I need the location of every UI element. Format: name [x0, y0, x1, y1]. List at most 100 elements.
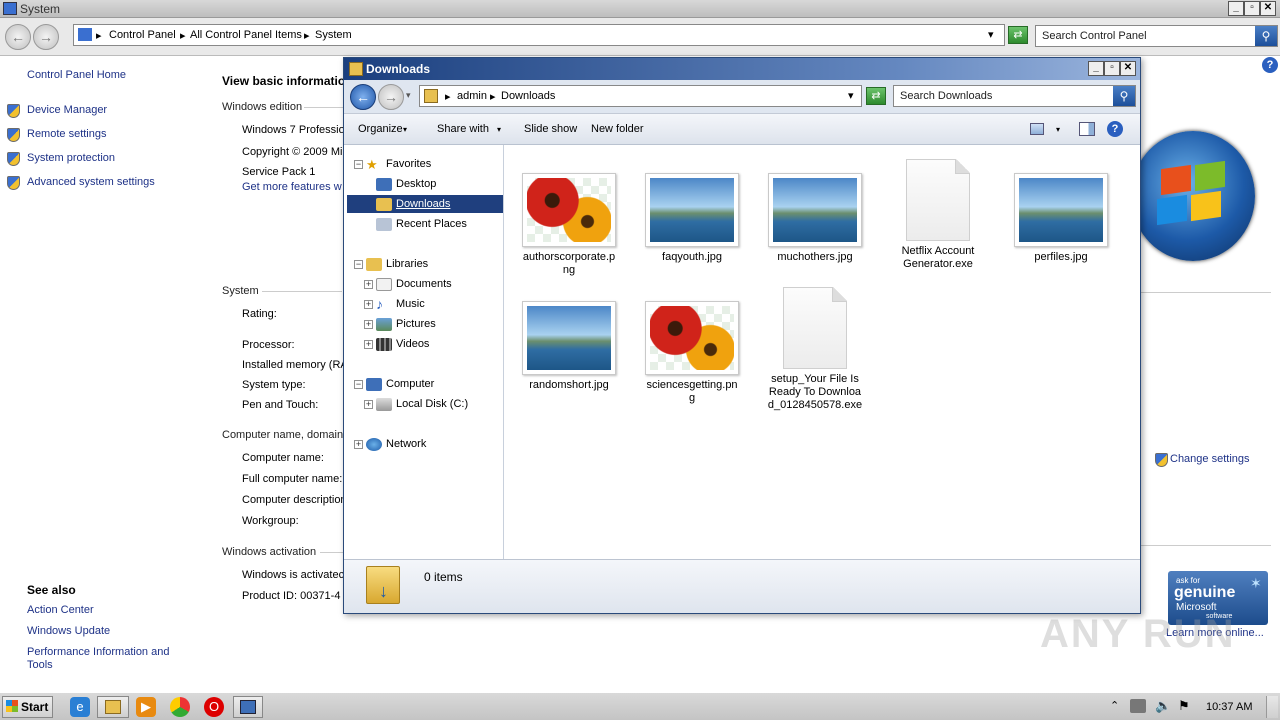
file-item[interactable]: authorscorporate.png [521, 173, 617, 277]
windows-update-link[interactable]: Windows Update [27, 625, 110, 637]
tree-label: Music [396, 298, 425, 310]
breadcrumb-arrow-icon[interactable]: ▸ [96, 29, 102, 42]
media-player-icon[interactable]: ▶ [136, 697, 156, 717]
breadcrumb-all-items[interactable]: All Control Panel Items [190, 29, 302, 41]
tree-recent-places[interactable]: Recent Places [376, 215, 467, 233]
expand-icon[interactable]: + [364, 320, 373, 329]
breadcrumb-downloads[interactable]: Downloads [501, 90, 555, 102]
forward-button[interactable]: → [378, 84, 404, 110]
new-folder-button[interactable]: New folder [591, 123, 644, 135]
file-item[interactable]: sciencesgetting.png [644, 301, 740, 405]
start-button[interactable]: Start [2, 696, 53, 718]
tree-downloads[interactable]: Downloads [347, 195, 503, 213]
minimize-button[interactable]: _ [1228, 1, 1244, 16]
tree-favorites[interactable]: ★ Favorites [366, 155, 431, 173]
file-item[interactable]: muchothers.jpg [767, 173, 863, 264]
search-input[interactable]: Search Downloads ⚲ [893, 85, 1136, 107]
share-with-button[interactable]: Share with [437, 123, 489, 135]
change-settings-link[interactable]: Change settings [1170, 453, 1250, 465]
volume-icon[interactable]: 🔈 [1155, 698, 1171, 714]
address-bar[interactable]: ▸ admin ▸ Downloads ▾ [419, 85, 862, 107]
tree-computer[interactable]: Computer [366, 375, 434, 393]
performance-info-link[interactable]: Performance Information and Tools [27, 646, 187, 672]
file-item[interactable]: setup_Your File Is Ready To Download_012… [767, 287, 863, 412]
help-icon[interactable]: ? [1107, 121, 1123, 137]
back-button[interactable]: ← [5, 24, 31, 50]
more-features-link[interactable]: Get more features w [242, 181, 342, 193]
chrome-icon[interactable] [170, 697, 190, 717]
expand-icon[interactable]: + [354, 440, 363, 449]
breadcrumb-arrow-icon[interactable]: ▸ [180, 29, 186, 42]
expand-icon[interactable]: + [364, 340, 373, 349]
view-icon[interactable] [1030, 123, 1044, 135]
address-dropdown-icon[interactable]: ▾ [848, 89, 854, 102]
remote-settings-link[interactable]: Remote settings [27, 128, 106, 140]
opera-icon[interactable]: O [204, 697, 224, 717]
system-nav-bar: ← → ▸ Control Panel ▸ All Control Panel … [0, 18, 1280, 56]
organize-dropdown-icon[interactable]: ▾ [403, 125, 407, 134]
search-icon[interactable]: ⚲ [1113, 86, 1135, 106]
genuine-line: genuine [1174, 584, 1236, 601]
minimize-button[interactable]: _ [1088, 61, 1104, 76]
preview-pane-icon[interactable] [1079, 122, 1095, 136]
control-panel-home-link[interactable]: Control Panel Home [27, 69, 126, 81]
expand-icon[interactable]: + [364, 400, 373, 409]
tree-music[interactable]: ♪ Music [376, 295, 425, 313]
explorer-taskbar-button[interactable] [97, 696, 129, 718]
tree-network[interactable]: Network [366, 435, 426, 453]
show-hidden-icons-icon[interactable]: ⌃ [1110, 699, 1119, 712]
close-button[interactable]: ✕ [1120, 61, 1136, 76]
system-taskbar-button[interactable] [233, 696, 263, 718]
tree-local-disk[interactable]: Local Disk (C:) [376, 395, 468, 413]
slide-show-button[interactable]: Slide show [524, 123, 577, 135]
tree-desktop[interactable]: Desktop [376, 175, 436, 193]
recent-pages-dropdown-icon[interactable]: ▾ [406, 90, 411, 101]
file-name: faqyouth.jpg [662, 251, 722, 263]
tree-pictures[interactable]: Pictures [376, 315, 436, 333]
address-bar[interactable]: ▸ Control Panel ▸ All Control Panel Item… [73, 24, 1005, 46]
organize-button[interactable]: Organize [358, 123, 403, 135]
address-dropdown-icon[interactable]: ▾ [988, 28, 994, 41]
device-manager-link[interactable]: Device Manager [27, 104, 107, 116]
file-item[interactable]: Netflix Account Generator.exe [890, 159, 986, 271]
share-dropdown-icon[interactable]: ▾ [497, 125, 501, 134]
file-item[interactable]: perfiles.jpg [1013, 173, 1109, 264]
breadcrumb-arrow-icon[interactable]: ▸ [304, 29, 310, 42]
breadcrumb-arrow-icon[interactable]: ▸ [490, 90, 496, 103]
action-center-link[interactable]: Action Center [27, 604, 94, 616]
refresh-icon[interactable]: ⇄ [866, 87, 886, 105]
action-center-flag-icon[interactable]: ⚑ [1178, 698, 1190, 714]
file-item[interactable]: randomshort.jpg [521, 301, 617, 392]
view-dropdown-icon[interactable]: ▾ [1056, 125, 1060, 134]
breadcrumb-system[interactable]: System [315, 29, 352, 41]
search-icon[interactable]: ⚲ [1255, 26, 1277, 46]
search-input[interactable]: Search Control Panel ⚲ [1035, 25, 1278, 47]
tree-libraries[interactable]: Libraries [366, 255, 428, 273]
refresh-icon[interactable]: ⇄ [1008, 26, 1028, 44]
internet-explorer-icon[interactable]: e [70, 697, 90, 717]
forward-button[interactable]: → [33, 24, 59, 50]
breadcrumb-arrow-icon[interactable]: ▸ [445, 90, 451, 103]
help-icon[interactable]: ? [1262, 57, 1278, 73]
clock[interactable]: 10:37 AM [1206, 701, 1252, 713]
shield-icon [7, 128, 20, 142]
back-button[interactable]: ← [350, 84, 376, 110]
collapse-icon[interactable]: − [354, 260, 363, 269]
maximize-button[interactable]: ▫ [1104, 61, 1120, 76]
expand-icon[interactable]: + [364, 280, 373, 289]
collapse-icon[interactable]: − [354, 160, 363, 169]
collapse-icon[interactable]: − [354, 380, 363, 389]
breadcrumb-admin[interactable]: admin [457, 90, 487, 102]
tree-documents[interactable]: Documents [376, 275, 452, 293]
tree-videos[interactable]: Videos [376, 335, 429, 353]
system-protection-link[interactable]: System protection [27, 152, 115, 164]
close-button[interactable]: ✕ [1260, 1, 1276, 16]
downloads-nav-bar: ← → ▾ ▸ admin ▸ Downloads ▾ ⇄ Search Dow… [344, 80, 1140, 114]
maximize-button[interactable]: ▫ [1244, 1, 1260, 16]
file-item[interactable]: faqyouth.jpg [644, 173, 740, 264]
breadcrumb-control-panel[interactable]: Control Panel [109, 29, 176, 41]
show-desktop-button[interactable] [1266, 696, 1278, 718]
advanced-system-settings-link[interactable]: Advanced system settings [27, 176, 155, 188]
network-tray-icon[interactable] [1130, 699, 1146, 713]
expand-icon[interactable]: + [364, 300, 373, 309]
